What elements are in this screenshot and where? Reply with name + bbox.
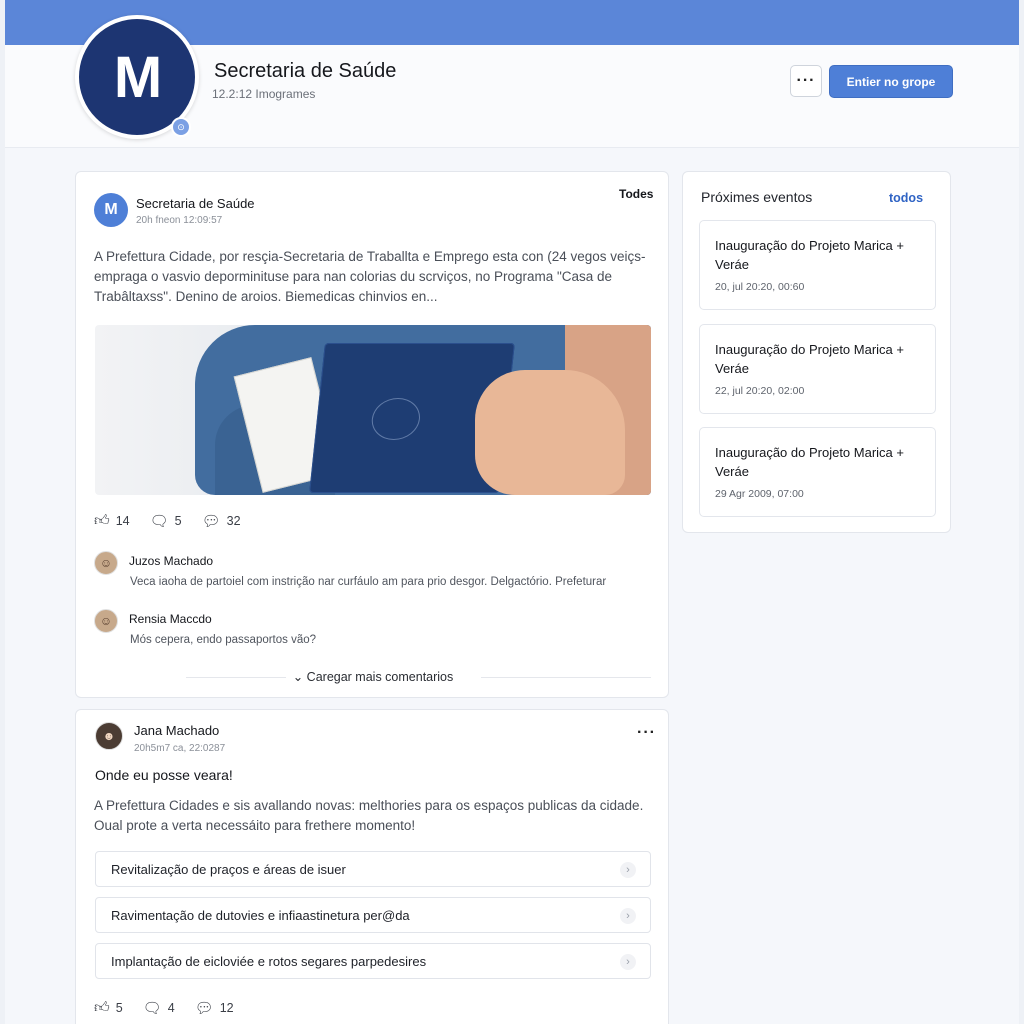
page-frame: Secretaria de Saúde 12.2:12 Imogrames ··… <box>5 0 1019 1024</box>
post-image[interactable] <box>95 325 651 495</box>
load-more-label: Caregar mais comentarios <box>306 670 454 684</box>
events-title: Próximes eventos <box>701 189 813 205</box>
group-member-count: 12.2:12 Imogrames <box>212 87 316 101</box>
thumbs-up-icon: 👍︎ <box>94 512 110 529</box>
author-avatar[interactable]: ☻ <box>95 722 123 750</box>
chevron-down-icon: ⌄ <box>292 670 307 684</box>
see-all-events-link[interactable]: todos <box>889 191 923 205</box>
load-more-comments[interactable]: ⌄ Caregar mais comentarios <box>76 669 670 684</box>
event-date: 22, jul 20:20, 02:00 <box>715 385 805 397</box>
like-button[interactable]: 👍︎ 5 <box>94 999 123 1017</box>
comment-count: 32 <box>226 514 241 528</box>
commenter-name[interactable]: Rensia Maccdo <box>129 612 212 626</box>
poll-option[interactable]: Revitalização de praços e áreas de isuer… <box>95 851 651 887</box>
image-hand <box>475 370 625 495</box>
post-card: ☻ Jana Machado 20h5m7 ca, 22:0287 ··· On… <box>75 709 669 1024</box>
chevron-right-icon: › <box>620 862 636 878</box>
group-title: Secretaria de Saúde <box>214 60 397 82</box>
like-count: 14 <box>115 514 130 528</box>
share-button[interactable]: 🗨︎ 5 <box>150 512 182 530</box>
post-timestamp: 20h5m7 ca, 22:0287 <box>134 743 226 754</box>
poll-option-label: Revitalização de praços e áreas de isuer <box>111 861 346 877</box>
post-body: A Prefettura Cidades e sis avallando nov… <box>94 798 644 833</box>
event-date: 20, jul 20:20, 00:60 <box>715 281 805 293</box>
share-button[interactable]: 🗨︎ 4 <box>143 999 175 1017</box>
post-stats: 👍︎ 5 🗨︎ 4 💬︎ 12 <box>94 999 254 1017</box>
post-body: A Prefettura Cidade, por resçia-Secretar… <box>94 249 646 304</box>
author-avatar-letter: M <box>104 201 118 218</box>
post-timestamp: 20h fneon 12:09:57 <box>136 215 223 226</box>
comment-text: Veca iaoha de partoiel com instrição nar… <box>130 576 607 588</box>
poll-option-label: Implantação de eicloviée e rotos segares… <box>111 953 427 969</box>
comment-button[interactable]: 💬︎ 32 <box>202 512 241 530</box>
chevron-right-icon: › <box>620 908 636 924</box>
comment-text: Mós cepera, endo passaportos vão? <box>130 634 317 646</box>
comment-bubble-icon: 💬︎ <box>201 513 221 530</box>
chevron-right-icon: › <box>620 954 636 970</box>
upcoming-events-panel: Próximes eventos todos Inauguração do Pr… <box>682 171 951 533</box>
commenter-avatar[interactable]: ☺ <box>94 551 118 575</box>
comment-button[interactable]: 💬︎ 12 <box>195 999 234 1017</box>
event-card[interactable]: Inauguração do Projeto Marica + Veráe 22… <box>699 324 936 414</box>
comment-bubble-icon: 💬︎ <box>194 1000 214 1017</box>
post-title: Onde eu posse veara! <box>95 767 233 783</box>
poll-option-label: Ravimentação de dutovies e infiaastinetu… <box>111 907 410 923</box>
group-avatar-letter: M <box>113 44 162 110</box>
comment-filter[interactable]: Todes <box>619 187 653 201</box>
event-date: 29 Agr 2009, 07:00 <box>715 488 804 500</box>
more-options-button[interactable]: ··· <box>790 65 822 97</box>
commenter-name[interactable]: Juzos Machado <box>129 554 213 568</box>
chat-square-icon: 🗨︎ <box>142 1000 162 1017</box>
thumbs-up-icon: 👍︎ <box>94 999 110 1016</box>
camera-icon[interactable]: ⊙ <box>171 117 191 137</box>
post-author[interactable]: Jana Machado <box>134 723 219 738</box>
poll-option[interactable]: Ravimentação de dutovies e infiaastinetu… <box>95 897 651 933</box>
chat-square-icon: 🗨︎ <box>149 513 169 530</box>
post-author[interactable]: Secretaria de Saúde <box>136 196 255 211</box>
post-card: M Secretaria de Saúde 20h fneon 12:09:57… <box>75 171 669 698</box>
post-stats: 👍︎ 14 🗨︎ 5 💬︎ 32 <box>94 512 261 530</box>
event-title: Inauguração do Projeto Marica + Veráe <box>715 238 904 272</box>
like-count: 5 <box>115 1001 123 1015</box>
event-title: Inauguração do Projeto Marica + Veráe <box>715 342 904 376</box>
event-card[interactable]: Inauguração do Projeto Marica + Veráe 20… <box>699 220 936 310</box>
share-count: 4 <box>167 1001 175 1015</box>
share-count: 5 <box>174 514 182 528</box>
event-card[interactable]: Inauguração do Projeto Marica + Veráe 29… <box>699 427 936 517</box>
image-passport-seal <box>369 398 423 440</box>
join-group-button[interactable]: Entier no grope <box>829 65 953 98</box>
poll-option[interactable]: Implantação de eicloviée e rotos segares… <box>95 943 651 979</box>
comment-count: 12 <box>219 1001 234 1015</box>
event-title: Inauguração do Projeto Marica + Veráe <box>715 445 904 479</box>
like-button[interactable]: 👍︎ 14 <box>94 512 130 530</box>
author-avatar[interactable]: M <box>94 193 128 227</box>
post-menu-button[interactable]: ··· <box>637 724 656 742</box>
commenter-avatar[interactable]: ☺ <box>94 609 118 633</box>
